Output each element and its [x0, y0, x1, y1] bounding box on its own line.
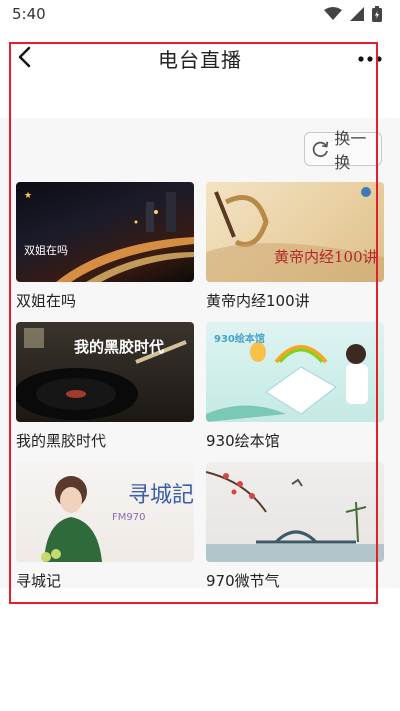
swap-label: 换一换	[334, 129, 367, 172]
program-card-heijiao[interactable]: 我的黑胶时代 我的黑胶时代	[16, 322, 194, 451]
more-button[interactable]	[356, 50, 384, 68]
program-art-text: 930绘本馆	[214, 332, 265, 345]
program-card-xuncheng[interactable]: 寻城記 FM970 寻城记	[16, 462, 194, 591]
svg-text:★: ★	[24, 191, 32, 201]
page-title: 电台直播	[158, 48, 242, 72]
program-card-huangdi[interactable]: 黄帝内经100讲 黄帝内经100讲	[206, 182, 384, 311]
program-card-shuangjie[interactable]: ★ 双姐在吗 双姐在吗	[16, 182, 194, 311]
more-dots-icon	[358, 56, 382, 62]
status-icons	[324, 6, 382, 22]
program-title: 黄帝内经100讲	[206, 292, 310, 310]
program-thumbnail: 930绘本馆	[206, 322, 384, 422]
battery-icon	[372, 6, 382, 22]
status-bar: 5:40	[0, 0, 400, 28]
status-time: 5:40	[12, 5, 46, 23]
program-thumbnail: 寻城記 FM970	[16, 462, 194, 562]
program-card-jieqi[interactable]: 970微节气	[206, 462, 384, 591]
top-bar: 电台直播	[0, 38, 400, 78]
program-art-text: 寻城記	[128, 483, 194, 508]
program-thumbnail: 我的黑胶时代	[16, 322, 194, 422]
program-title: 双姐在吗	[16, 292, 77, 310]
swap-button[interactable]: 换一换	[304, 129, 382, 172]
program-art-text: 黄帝内经100讲	[274, 248, 378, 266]
program-art-text: 双姐在吗	[24, 243, 68, 257]
wifi-icon	[324, 7, 342, 21]
program-art-subtext: FM970	[112, 512, 145, 523]
program-title: 寻城记	[16, 572, 62, 590]
program-thumbnail: 黄帝内经100讲	[206, 182, 384, 282]
refresh-icon	[312, 141, 329, 157]
program-card-huiben[interactable]: 930绘本馆 930绘本馆	[206, 322, 384, 451]
program-title: 970微节气	[206, 572, 280, 590]
program-thumbnail: ★ 双姐在吗	[16, 182, 194, 282]
cell-signal-icon	[350, 7, 364, 21]
program-title: 930绘本馆	[206, 432, 280, 450]
program-title: 我的黑胶时代	[16, 432, 107, 450]
program-art-text: 我的黑胶时代	[74, 338, 164, 356]
program-thumbnail	[206, 462, 384, 562]
